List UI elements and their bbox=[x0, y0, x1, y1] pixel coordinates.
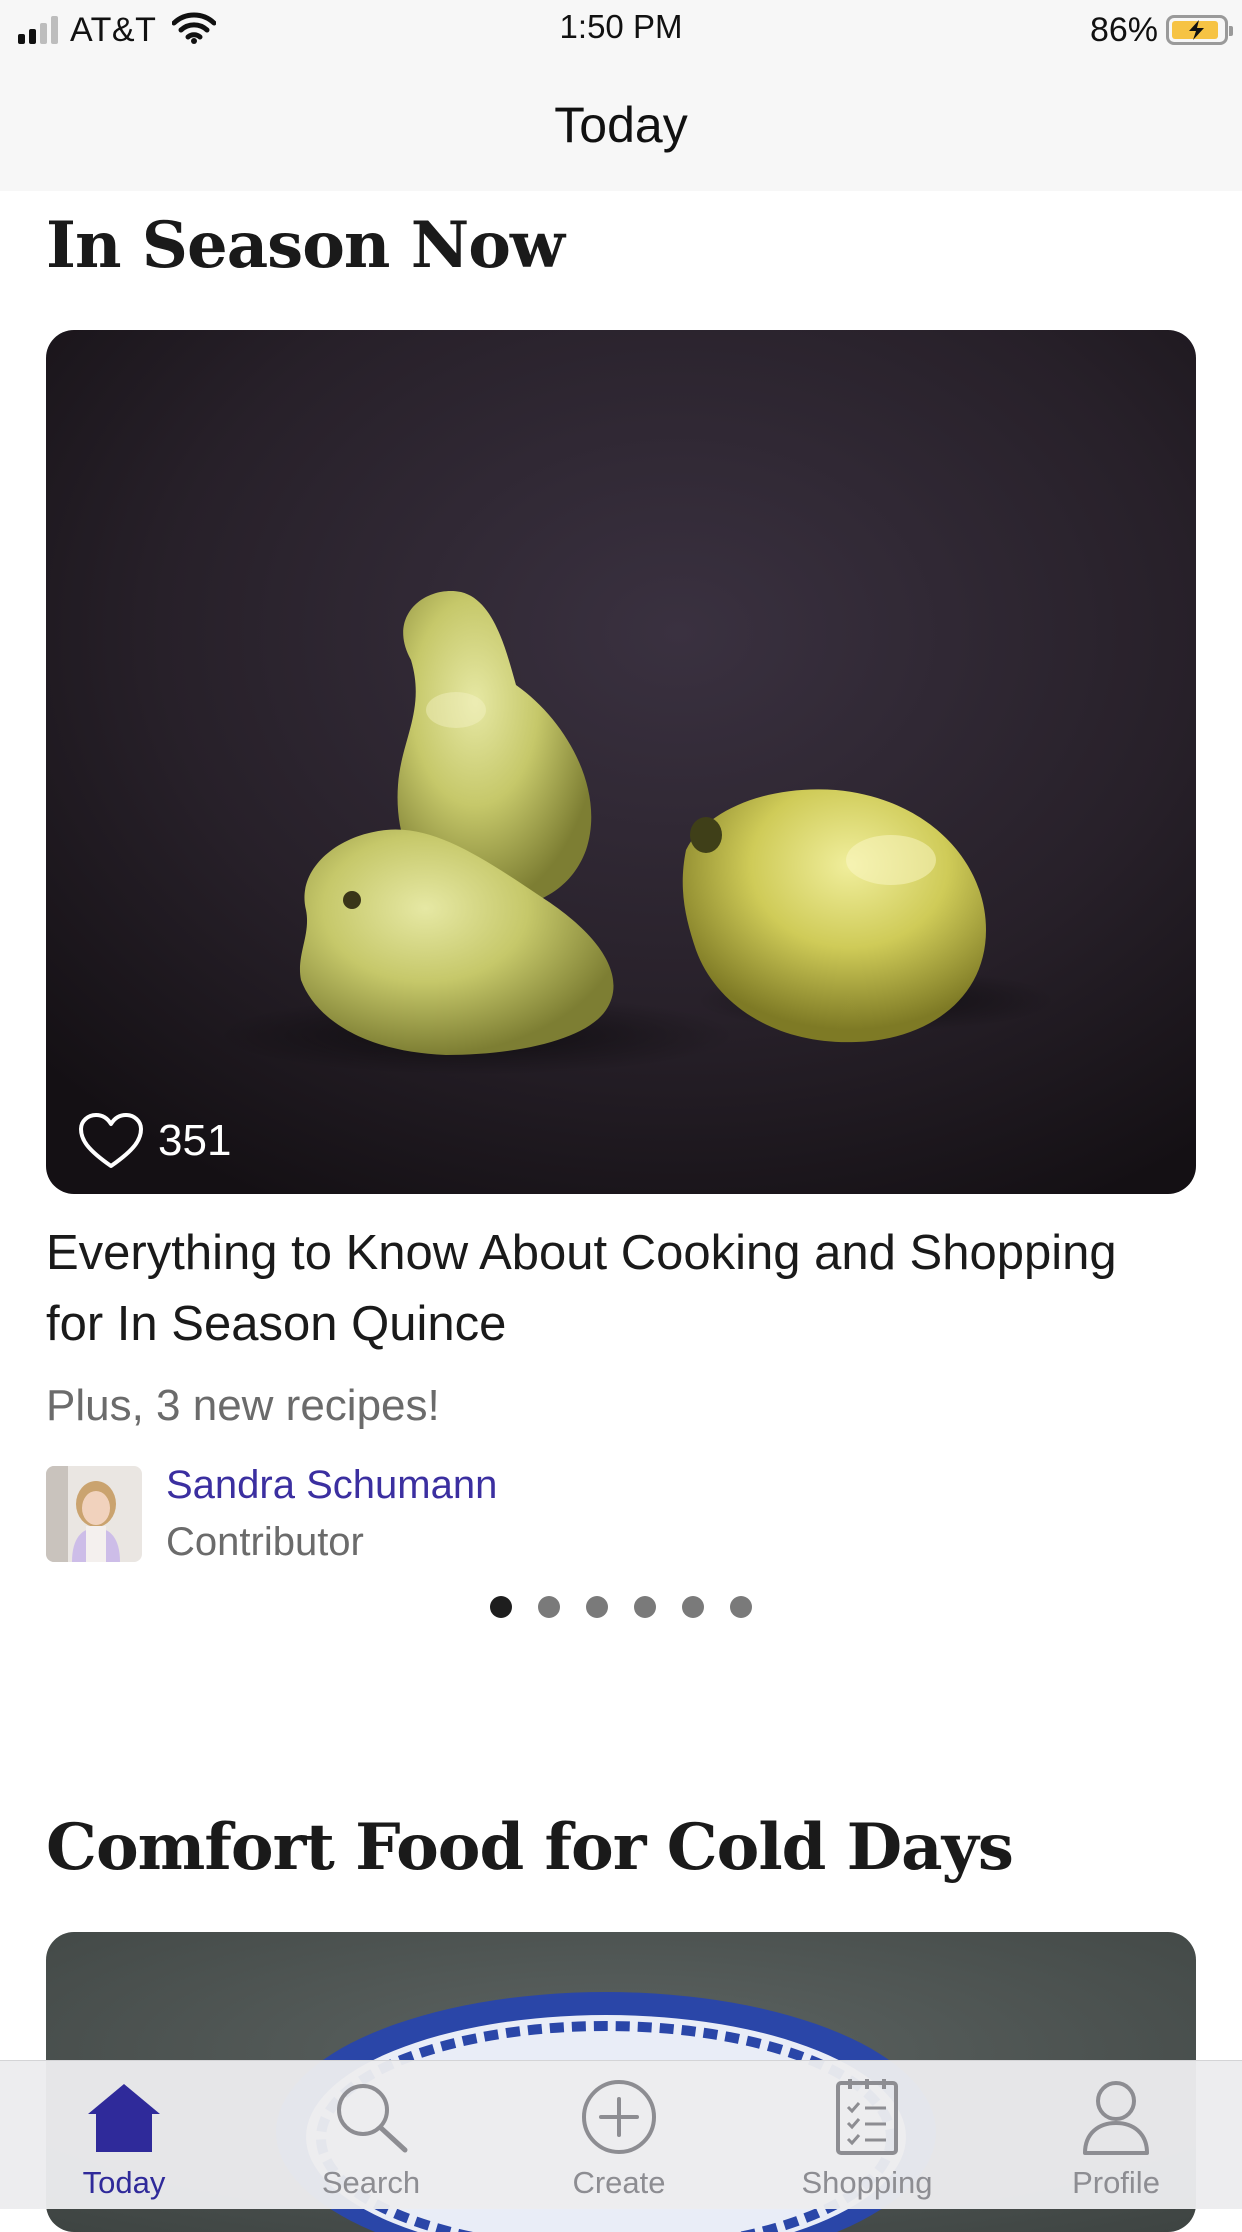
home-icon bbox=[24, 2075, 224, 2159]
person-icon bbox=[1016, 2075, 1216, 2159]
heart-icon bbox=[79, 1113, 143, 1168]
pagination-dot[interactable] bbox=[538, 1596, 560, 1618]
article-title[interactable]: Everything to Know About Cooking and Sho… bbox=[46, 1218, 1146, 1360]
tab-create[interactable]: Create bbox=[519, 2075, 719, 2201]
avatar[interactable] bbox=[46, 1466, 142, 1562]
status-bar: AT&T 1:50 PM 86% bbox=[0, 0, 1242, 60]
search-icon bbox=[271, 2075, 471, 2159]
tab-today-label: Today bbox=[82, 2165, 166, 2200]
pagination-dot[interactable] bbox=[634, 1596, 656, 1618]
tab-search-label: Search bbox=[321, 2165, 421, 2200]
tab-search[interactable]: Search bbox=[271, 2075, 471, 2201]
tab-profile[interactable]: Profile bbox=[1016, 2075, 1216, 2201]
navigation-bar: Today bbox=[0, 60, 1242, 191]
author-role: Contributor bbox=[166, 1520, 364, 1564]
battery-percentage: 86% bbox=[1089, 10, 1158, 49]
author-text: Sandra Schumann Contributor bbox=[166, 1457, 497, 1571]
author-name-link[interactable]: Sandra Schumann bbox=[166, 1457, 497, 1513]
section-heading-in-season: In Season Now bbox=[46, 208, 565, 283]
battery-icon bbox=[1166, 15, 1233, 45]
status-time: 1:50 PM bbox=[559, 8, 683, 45]
pagination-dot[interactable] bbox=[490, 1596, 512, 1618]
like-count: 351 bbox=[158, 1116, 232, 1165]
tab-profile-label: Profile bbox=[1072, 2165, 1160, 2200]
tab-shopping[interactable]: Shopping bbox=[767, 2075, 967, 2201]
status-right: 86% bbox=[1089, 8, 1233, 52]
like-button[interactable]: 351 bbox=[78, 1112, 231, 1170]
page-title: Today bbox=[554, 97, 688, 153]
pagination-dot[interactable] bbox=[682, 1596, 704, 1618]
tab-bar: Today Search Create Shopping Profile bbox=[0, 2060, 1242, 2209]
carousel-pagination[interactable] bbox=[0, 1596, 1242, 1618]
article-subtitle: Plus, 3 new recipes! bbox=[46, 1381, 440, 1430]
author-row[interactable]: Sandra Schumann Contributor bbox=[46, 1463, 497, 1564]
tab-today[interactable]: Today bbox=[24, 2075, 224, 2201]
plus-circle-icon bbox=[519, 2075, 719, 2159]
quince-photo bbox=[46, 330, 1196, 1194]
section-heading-comfort-food: Comfort Food for Cold Days bbox=[46, 1810, 1014, 1885]
article-card-image[interactable]: 351 bbox=[46, 330, 1196, 1194]
pagination-dot[interactable] bbox=[730, 1596, 752, 1618]
tab-create-label: Create bbox=[572, 2165, 666, 2200]
pagination-dot[interactable] bbox=[586, 1596, 608, 1618]
tab-shopping-label: Shopping bbox=[801, 2165, 933, 2200]
checklist-icon bbox=[767, 2075, 967, 2159]
